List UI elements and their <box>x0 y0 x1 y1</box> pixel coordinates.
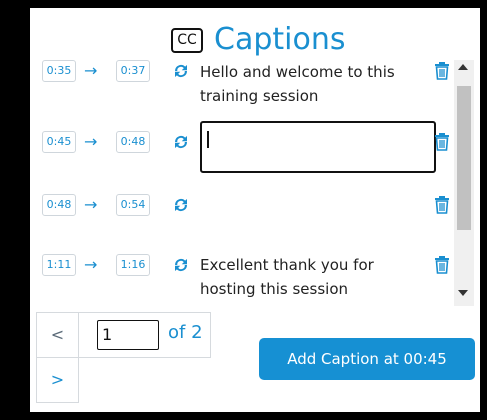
scroll-up-arrow-icon[interactable] <box>458 64 468 70</box>
end-time-field[interactable]: 0:54 <box>116 194 150 216</box>
trash-icon[interactable] <box>434 62 450 80</box>
caption-text[interactable]: Hello and welcome to this training sessi… <box>200 60 430 108</box>
captions-panel: CC Captions 0:35 → 0:37 Hello and welcom… <box>28 8 482 412</box>
page-number-input[interactable]: 1 <box>97 320 159 350</box>
sync-icon[interactable] <box>172 133 190 151</box>
sync-icon[interactable] <box>172 62 190 80</box>
closed-captions-icon: CC <box>171 28 203 53</box>
time-arrow-icon: → <box>84 132 98 151</box>
end-time-field[interactable]: 0:48 <box>116 131 150 153</box>
caption-text[interactable]: Excellent thank you for hosting this ses… <box>200 253 430 301</box>
previous-page-button[interactable]: < <box>36 312 79 358</box>
panel-header: CC Captions <box>30 22 480 62</box>
start-time-field[interactable]: 0:45 <box>42 131 76 153</box>
add-caption-button[interactable]: Add Caption at 00:45 <box>259 338 475 380</box>
captions-list: 0:35 → 0:37 Hello and welcome to this tr… <box>30 60 460 305</box>
caption-text-line: Excellent thank you for <box>200 256 374 274</box>
start-time-field[interactable]: 0:35 <box>42 60 76 82</box>
captions-scrollbar[interactable] <box>454 60 474 306</box>
text-caret <box>207 131 209 148</box>
sync-icon[interactable] <box>172 196 190 214</box>
caption-text-input[interactable] <box>200 121 436 173</box>
start-time-field[interactable]: 0:48 <box>42 194 76 216</box>
trash-icon[interactable] <box>434 256 450 274</box>
caption-text-line: hosting this session <box>200 280 349 298</box>
trash-icon[interactable] <box>434 196 450 214</box>
scroll-down-arrow-icon[interactable] <box>458 290 468 296</box>
time-arrow-icon: → <box>84 61 98 80</box>
caption-text-line: Hello and welcome to this <box>200 63 395 81</box>
page-selector: 1 of 2 <box>79 312 211 358</box>
scroll-thumb[interactable] <box>457 86 471 230</box>
next-page-button[interactable]: > <box>36 357 79 403</box>
end-time-field[interactable]: 0:37 <box>116 60 150 82</box>
time-arrow-icon: → <box>84 195 98 214</box>
end-time-field[interactable]: 1:16 <box>116 254 150 276</box>
page-count-label: of 2 <box>168 322 203 343</box>
time-arrow-icon: → <box>84 255 98 274</box>
trash-icon[interactable] <box>434 133 450 151</box>
caption-text-line: training session <box>200 87 319 105</box>
panel-title: Captions <box>214 22 346 57</box>
sync-icon[interactable] <box>172 256 190 274</box>
start-time-field[interactable]: 1:11 <box>42 254 76 276</box>
